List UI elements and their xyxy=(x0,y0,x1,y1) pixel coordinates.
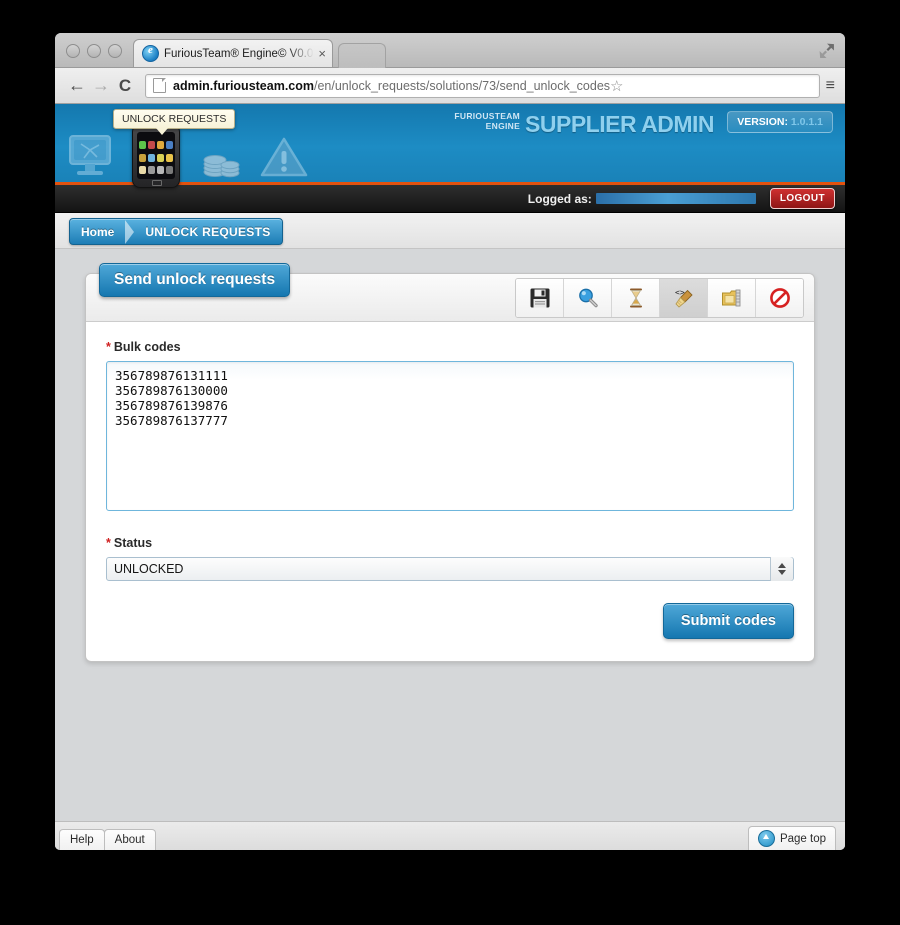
browser-tab-strip: FuriousTeam® Engine© V0.0 × xyxy=(55,33,845,68)
browser-tab[interactable]: FuriousTeam® Engine© V0.0 × xyxy=(133,39,333,67)
browser-window: FuriousTeam® Engine© V0.0 × ← → C admin.… xyxy=(55,33,845,850)
page-top-label: Page top xyxy=(779,832,826,845)
status-select[interactable]: UNLOCKED xyxy=(106,557,794,581)
brand-subtext: FURIOUSTEAM ENGINE xyxy=(454,111,521,136)
breadcrumb-item-current: UNLOCK REQUESTS xyxy=(145,224,271,239)
about-link[interactable]: About xyxy=(103,829,156,850)
desktop-background: FuriousTeam® Engine© V0.0 × ← → C admin.… xyxy=(0,0,900,925)
close-window-button[interactable] xyxy=(66,44,80,58)
save-button[interactable] xyxy=(516,279,564,317)
arrow-up-icon xyxy=(757,830,775,847)
version-badge: VERSION: 1.0.1.1 xyxy=(727,111,833,133)
footer-links: Help About xyxy=(59,829,156,850)
panel-title: Send unlock requests xyxy=(99,263,291,297)
archive-button[interactable] xyxy=(708,279,756,317)
panel-body: *Bulk codes *Status UNLOCKED xyxy=(86,322,814,661)
breadcrumb-separator-icon xyxy=(125,219,135,244)
url-text: admin.furiousteam.com/en/unlock_requests… xyxy=(173,79,610,93)
status-select-value: UNLOCKED xyxy=(114,562,184,576)
breadcrumb: Home UNLOCK REQUESTS xyxy=(69,218,283,245)
save-icon xyxy=(530,288,549,308)
logout-button[interactable]: LOGOUT xyxy=(769,188,835,209)
content-area: Send unlock requests <> * Bulk codes 356… xyxy=(55,249,845,686)
pending-button[interactable] xyxy=(612,279,660,317)
window-controls[interactable] xyxy=(66,44,122,58)
clean-button[interactable]: <> xyxy=(660,279,708,317)
browser-menu-icon[interactable]: ≡ xyxy=(826,77,835,94)
bulk-codes-label: * Bulk codes xyxy=(106,340,794,354)
page-top-button[interactable]: Page top xyxy=(747,826,836,850)
panel-header: Send unlock requests <> xyxy=(86,263,814,322)
coins-icon xyxy=(203,155,240,178)
brand-title: SUPPLIER ADMIN xyxy=(525,111,714,137)
status-field-group: * Status UNLOCKED xyxy=(106,536,794,581)
help-link[interactable]: Help xyxy=(59,829,105,850)
monitor-icon xyxy=(69,135,111,175)
app-header: UNLOCK REQUESTS FURIOUSTEAM ENGINE SUPPL… xyxy=(55,104,845,188)
form-actions: Submit codes xyxy=(106,603,794,639)
bookmark-star-icon[interactable]: ☆ xyxy=(610,77,623,95)
submit-codes-button[interactable]: Submit codes xyxy=(662,603,794,639)
minimize-window-button[interactable] xyxy=(87,44,101,58)
stepper-arrows-icon[interactable] xyxy=(770,557,793,581)
bulk-codes-label-text: Bulk codes xyxy=(113,340,181,354)
favicon-icon xyxy=(142,44,159,62)
url-path: /en/unlock_requests/solutions/73/send_un… xyxy=(314,78,611,93)
search-icon xyxy=(578,288,598,308)
search-button[interactable] xyxy=(564,279,612,317)
address-bar[interactable]: admin.furiousteam.com/en/unlock_requests… xyxy=(145,73,820,98)
chevron-up-icon xyxy=(778,563,786,568)
brand-lockup: FURIOUSTEAM ENGINE SUPPLIER ADMIN xyxy=(454,111,714,137)
bulk-codes-input[interactable] xyxy=(106,361,794,511)
status-label-text: Status xyxy=(113,536,153,550)
reload-button[interactable]: C xyxy=(113,76,137,96)
tab-close-icon[interactable]: × xyxy=(314,46,326,61)
required-mark: * xyxy=(106,536,111,550)
breadcrumb-bar: Home UNLOCK REQUESTS xyxy=(55,213,845,249)
hourglass-icon xyxy=(629,288,642,308)
window-resize-icon[interactable] xyxy=(818,42,835,59)
cancel-button[interactable] xyxy=(756,279,803,317)
breadcrumb-item-home[interactable]: Home xyxy=(70,225,125,239)
zoom-window-button[interactable] xyxy=(108,44,122,58)
logged-as-label: Logged as: xyxy=(527,191,592,206)
brand-line-2: ENGINE xyxy=(485,120,521,131)
chevron-down-icon xyxy=(778,570,786,575)
unlock-requests-tooltip: UNLOCK REQUESTS xyxy=(113,109,236,135)
logged-user-redacted xyxy=(595,193,756,204)
version-value: 1.0.1.1 xyxy=(790,116,823,128)
tab-title: FuriousTeam® Engine© V0.0 xyxy=(164,47,314,60)
broom-icon: <> xyxy=(675,288,693,308)
new-tab-button[interactable] xyxy=(338,43,386,68)
status-label: * Status xyxy=(106,536,794,550)
phone-screen xyxy=(137,132,175,179)
archive-icon xyxy=(721,289,740,307)
version-label: VERSION: xyxy=(737,116,788,128)
panel-toolbar: <> xyxy=(515,278,804,318)
page-footer: Help About Page top xyxy=(55,821,845,850)
required-mark: * xyxy=(106,340,111,354)
page-info-icon xyxy=(153,78,166,93)
forward-button[interactable]: → xyxy=(89,75,113,96)
browser-toolbar: ← → C admin.furiousteam.com/en/unlock_re… xyxy=(55,68,845,104)
page-viewport: UNLOCK REQUESTS FURIOUSTEAM ENGINE SUPPL… xyxy=(55,104,845,850)
session-bar: Logged as: LOGOUT xyxy=(55,185,845,213)
url-domain: admin.furiousteam.com xyxy=(173,78,314,93)
cancel-icon xyxy=(769,288,790,308)
back-button[interactable]: ← xyxy=(65,75,89,96)
send-unlock-requests-panel: Send unlock requests <> * Bulk codes 356… xyxy=(85,263,815,662)
warning-icon xyxy=(260,137,308,177)
